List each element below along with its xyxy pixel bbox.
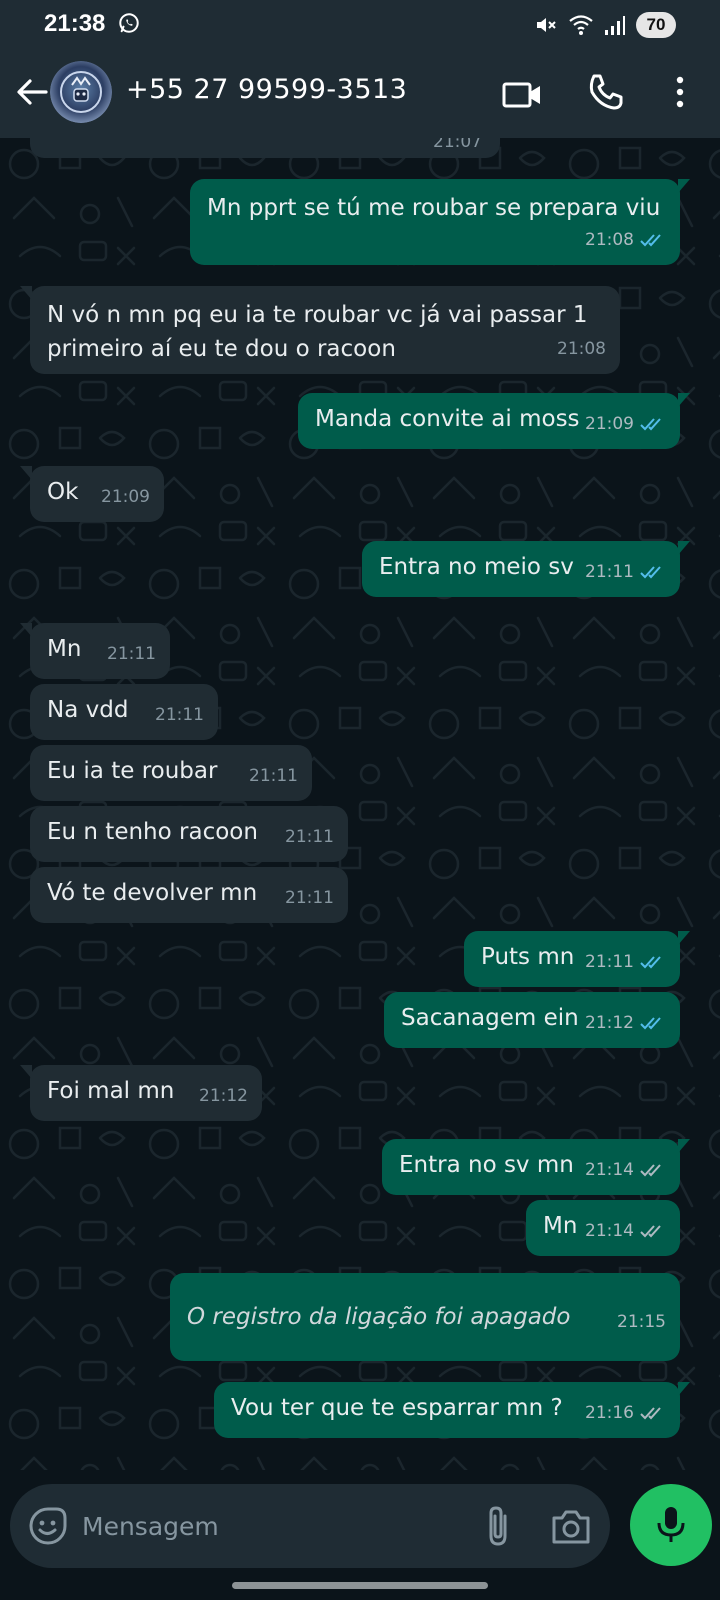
outgoing-message[interactable]: Entra no sv mn 21:14 bbox=[382, 1139, 690, 1195]
signal-icon bbox=[605, 16, 625, 35]
system-nav-bar bbox=[0, 1576, 720, 1600]
mic-button[interactable] bbox=[630, 1484, 712, 1566]
message-text: Entra no sv mn bbox=[399, 1152, 574, 1178]
message-time: 21:14 bbox=[585, 1221, 634, 1241]
message-text: Sacanagem ein bbox=[401, 1005, 579, 1031]
message-time: 21:12 bbox=[199, 1086, 248, 1106]
camera-icon[interactable] bbox=[548, 1504, 594, 1548]
message-text: N vó n mn pq eu ia te roubar vc já vai p… bbox=[47, 302, 588, 362]
message-text: Eu ia te roubar bbox=[47, 758, 218, 784]
message-time: 21:11 bbox=[585, 952, 634, 972]
status-icons: 70 bbox=[534, 10, 676, 40]
message-text: Eu n tenho racoon bbox=[47, 819, 258, 845]
chat-header: +55 27 99599-3513 bbox=[0, 50, 720, 138]
message-input[interactable] bbox=[82, 1502, 462, 1550]
incoming-message[interactable]: Eu n tenho racoon 21:11 bbox=[30, 806, 348, 862]
message-time: 21:11 bbox=[249, 766, 298, 786]
message-time: 21:11 bbox=[285, 888, 334, 908]
read-ticks-icon bbox=[640, 566, 661, 579]
incoming-message[interactable]: Mn 21:11 bbox=[20, 623, 170, 679]
message-time: 21:11 bbox=[107, 644, 156, 664]
message-text: Vó te devolver mn bbox=[47, 880, 258, 906]
message-composer bbox=[10, 1484, 610, 1568]
message-text: Entra no meio sv bbox=[379, 554, 574, 580]
message-text: O registro da ligação foi apagado bbox=[187, 1304, 571, 1330]
read-ticks-icon bbox=[640, 1017, 661, 1030]
message-time: 21:11 bbox=[285, 827, 334, 847]
incoming-message[interactable]: N vó n mn pq eu ia te roubar vc já vai p… bbox=[20, 286, 620, 374]
incoming-message[interactable]: Ok 21:09 bbox=[20, 466, 164, 522]
message-text: Mn bbox=[543, 1213, 578, 1239]
message-text: Mn bbox=[47, 636, 82, 662]
outgoing-message[interactable]: Sacanagem ein 21:12 bbox=[384, 992, 680, 1048]
voice-call-icon[interactable] bbox=[584, 70, 628, 114]
message-list[interactable]: 21:07 Mn pprt se tú me roubar se prepara… bbox=[0, 138, 720, 1470]
message-time: 21:09 bbox=[101, 487, 150, 507]
emoji-icon[interactable] bbox=[26, 1504, 70, 1548]
attach-icon[interactable] bbox=[478, 1502, 518, 1550]
incoming-message[interactable]: Vó te devolver mn 21:11 bbox=[30, 867, 348, 923]
message-text: Manda convite ai moss bbox=[315, 406, 580, 432]
message-time: 21:15 bbox=[617, 1312, 666, 1332]
outgoing-message[interactable]: Vou ter que te esparrar mn ? 21:16 bbox=[214, 1382, 690, 1438]
message-text: Mn pprt se tú me roubar se prepara viu bbox=[207, 195, 661, 221]
deleted-call-log-message[interactable]: O registro da ligação foi apagado 21:15 bbox=[170, 1273, 680, 1361]
wifi-icon bbox=[569, 15, 593, 35]
message-text: Na vdd bbox=[47, 697, 129, 723]
delivered-ticks-icon bbox=[640, 1407, 661, 1420]
message-time: 21:09 bbox=[585, 414, 634, 434]
read-ticks-icon bbox=[640, 418, 661, 431]
incoming-message[interactable]: Foi mal mn 21:12 bbox=[20, 1065, 262, 1121]
status-time: 21:38 bbox=[44, 10, 106, 37]
message-text: Puts mn bbox=[481, 944, 575, 970]
message-time: 21:16 bbox=[585, 1403, 634, 1423]
battery-icon: 70 bbox=[636, 12, 676, 38]
message-time: 21:12 bbox=[585, 1013, 634, 1033]
message-text: Ok bbox=[47, 479, 79, 505]
outgoing-message[interactable]: Mn 21:14 bbox=[526, 1200, 680, 1256]
mic-icon bbox=[657, 1507, 685, 1542]
delivered-ticks-icon bbox=[640, 1225, 661, 1238]
read-ticks-icon bbox=[640, 956, 661, 969]
message-text: Vou ter que te esparrar mn ? bbox=[231, 1395, 563, 1421]
message-time: 21:11 bbox=[155, 705, 204, 725]
message-time: 21:07 bbox=[433, 138, 482, 152]
message-time: 21:08 bbox=[557, 339, 606, 359]
incoming-message[interactable]: Na vdd 21:11 bbox=[30, 684, 218, 740]
read-ticks-icon bbox=[640, 234, 661, 247]
message-time: 21:08 bbox=[585, 230, 634, 250]
delivered-ticks-icon bbox=[640, 1164, 661, 1177]
incoming-message[interactable]: Eu ia te roubar 21:11 bbox=[30, 745, 312, 801]
home-indicator[interactable] bbox=[232, 1582, 488, 1589]
back-arrow-icon[interactable] bbox=[12, 72, 52, 112]
message-time: 21:11 bbox=[585, 562, 634, 582]
status-bar: 21:38 70 bbox=[0, 0, 720, 50]
more-options-icon[interactable] bbox=[662, 70, 698, 114]
mute-icon bbox=[537, 18, 556, 32]
outgoing-message[interactable]: Mn pprt se tú me roubar se prepara viu 2… bbox=[190, 179, 690, 265]
outgoing-message[interactable]: Puts mn 21:11 bbox=[464, 931, 690, 987]
message-time: 21:14 bbox=[585, 1160, 634, 1180]
contact-name[interactable]: +55 27 99599-3513 bbox=[126, 74, 407, 105]
whatsapp-icon bbox=[119, 13, 139, 33]
previous-message[interactable]: 21:07 bbox=[30, 138, 500, 158]
outgoing-message[interactable]: Entra no meio sv 21:11 bbox=[362, 541, 690, 597]
message-text: Foi mal mn bbox=[47, 1078, 175, 1104]
outgoing-message[interactable]: Manda convite ai moss 21:09 bbox=[298, 393, 690, 449]
video-call-icon[interactable] bbox=[500, 72, 544, 116]
contact-avatar[interactable] bbox=[50, 61, 112, 123]
